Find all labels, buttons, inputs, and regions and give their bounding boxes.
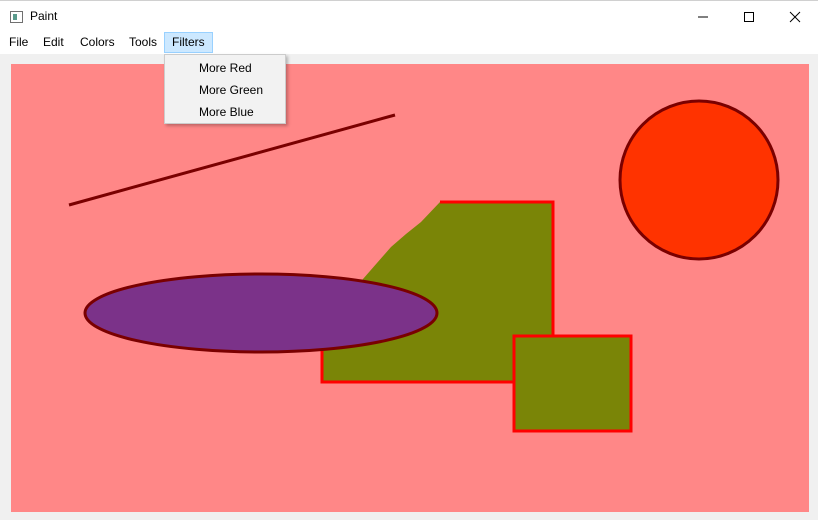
menu-bar: File Edit Colors Tools Filters: [0, 32, 818, 54]
paint-app-icon: [10, 11, 23, 23]
menu-filters[interactable]: Filters: [164, 32, 213, 53]
circle-shape: [618, 99, 780, 261]
menu-item-more-blue[interactable]: More Blue: [165, 101, 285, 123]
ellipse-shape: [83, 272, 439, 354]
menu-tools[interactable]: Tools: [122, 32, 164, 52]
menu-item-more-red[interactable]: More Red: [165, 57, 285, 79]
line-shape: [68, 113, 396, 207]
maximize-button[interactable]: [726, 1, 772, 33]
rectangle-shape: [512, 334, 633, 433]
menu-colors[interactable]: Colors: [73, 32, 122, 52]
drawing-canvas[interactable]: [11, 64, 809, 512]
title-bar: Paint: [0, 0, 818, 33]
window-title: Paint: [30, 9, 58, 23]
minimize-button[interactable]: [680, 1, 726, 33]
minimize-icon: [698, 16, 708, 18]
filters-dropdown: More Red More Green More Blue: [164, 54, 286, 124]
close-button[interactable]: [772, 1, 818, 33]
close-icon: [789, 11, 801, 23]
menu-file[interactable]: File: [2, 32, 35, 52]
menu-item-more-green[interactable]: More Green: [165, 79, 285, 101]
maximize-icon: [744, 12, 754, 22]
canvas-drawing: [68, 99, 780, 433]
menu-edit[interactable]: Edit: [36, 32, 71, 52]
